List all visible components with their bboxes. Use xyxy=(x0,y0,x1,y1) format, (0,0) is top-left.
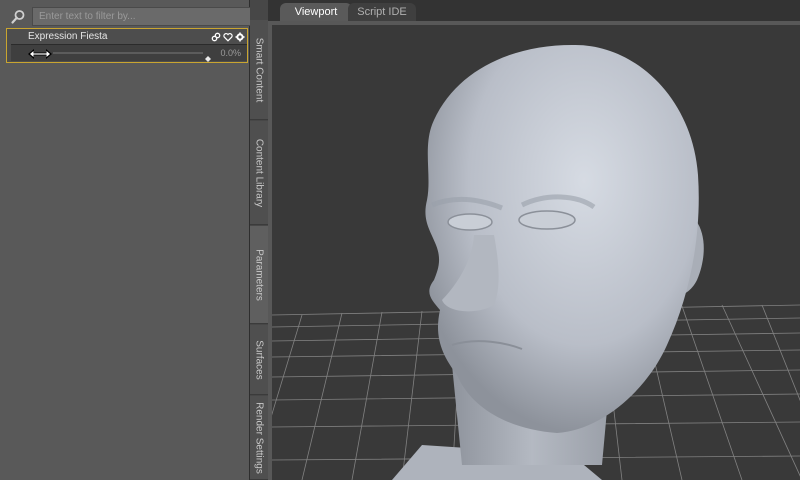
tab-content-library[interactable]: Content Library xyxy=(250,121,268,225)
tab-parameters[interactable]: Parameters xyxy=(250,226,268,324)
filter-bar xyxy=(6,6,252,27)
tab-surfaces[interactable]: Surfaces xyxy=(250,325,268,395)
link-icon[interactable] xyxy=(210,31,221,42)
document-tabs: Viewport Script IDE xyxy=(268,0,800,21)
viewport-scene xyxy=(272,25,800,480)
gear-icon[interactable] xyxy=(234,31,245,42)
tab-script-ide[interactable]: Script IDE xyxy=(348,3,416,21)
slider-value[interactable]: 0.0% xyxy=(220,48,241,58)
heart-icon[interactable] xyxy=(222,31,233,42)
search-icon[interactable] xyxy=(6,6,30,27)
parameter-label: Expression Fiesta xyxy=(28,31,108,42)
side-tab-strip: Smart Content Content Library Parameters… xyxy=(250,0,268,480)
left-eye xyxy=(447,213,493,231)
filter-input[interactable] xyxy=(32,7,252,26)
slider-track-line xyxy=(53,52,203,54)
drag-arrows-icon xyxy=(27,47,53,66)
tab-render-settings[interactable]: Render Settings xyxy=(250,396,268,480)
viewport-canvas[interactable] xyxy=(268,21,800,480)
slider-handle[interactable] xyxy=(205,49,211,62)
parameter-icons xyxy=(210,31,245,42)
right-eye xyxy=(518,210,576,230)
parameters-panel: Expression Fiesta 0.0% xyxy=(0,0,252,480)
tab-smart-content[interactable]: Smart Content xyxy=(250,20,268,120)
tab-viewport[interactable]: Viewport xyxy=(280,3,352,21)
